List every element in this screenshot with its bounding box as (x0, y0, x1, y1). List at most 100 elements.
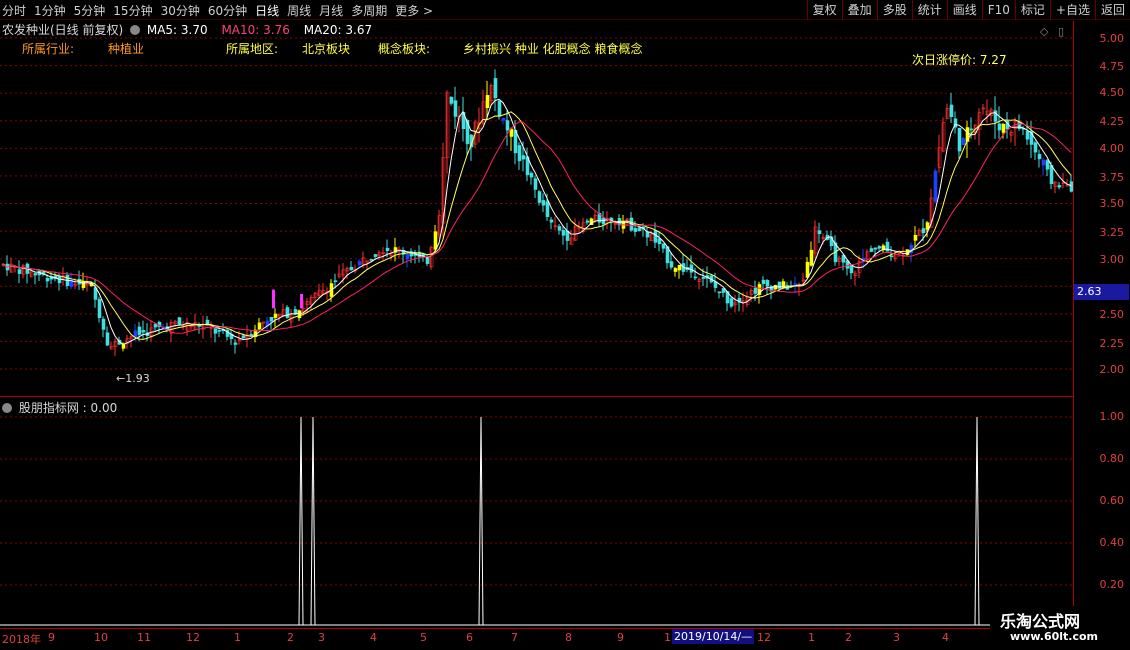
candle-body (949, 104, 954, 117)
candle-body (133, 330, 138, 337)
time-label: 9 (48, 631, 55, 644)
candle-body (453, 100, 458, 117)
watermark-url: www.60lt.com (1010, 630, 1099, 643)
indicator-plot (0, 416, 1073, 626)
indicator-tick: 0.40 (1099, 536, 1125, 549)
candle-body (777, 281, 782, 289)
candle-body (689, 264, 694, 273)
candle-body (673, 268, 678, 272)
candle-body (177, 317, 182, 325)
time-label: 9 (617, 631, 624, 644)
candle-body (545, 201, 550, 217)
candle-body (561, 230, 566, 236)
candle-body (1025, 130, 1030, 140)
indicator-spike (310, 416, 316, 626)
candle-body (877, 246, 882, 249)
candle-body (217, 330, 222, 332)
price-tick: 5.00 (1099, 32, 1125, 45)
candle-body (153, 323, 158, 328)
price-tick: 2.50 (1099, 308, 1125, 321)
price-tick: 4.75 (1099, 60, 1125, 73)
indicator-tick: 0.80 (1099, 452, 1125, 465)
arrow-left-icon: ← (116, 372, 126, 385)
candle-body (753, 287, 758, 294)
expand-icon[interactable]: ▯ (1058, 25, 1064, 38)
candle-body (729, 298, 734, 307)
ma10-line (2, 111, 1072, 340)
candle-body (761, 279, 766, 284)
time-label: 12 (757, 631, 771, 644)
candle-body (701, 277, 706, 279)
candle-body (913, 234, 918, 241)
time-label: 10 (94, 631, 108, 644)
candle-body (869, 248, 874, 252)
time-label: 3 (893, 631, 900, 644)
candle-body (349, 266, 354, 271)
candle-body (889, 255, 894, 258)
candle-body (537, 191, 542, 203)
candle-body (501, 117, 506, 121)
candle-body (249, 334, 254, 336)
indicator-spike (298, 416, 304, 626)
chevron-down-icon[interactable] (2, 403, 12, 413)
candle-body (817, 230, 822, 235)
time-label: 7 (511, 631, 518, 644)
candle-body (961, 138, 966, 145)
kline-chart[interactable] (0, 0, 1130, 650)
indicator-tick: 1.00 (1099, 410, 1125, 423)
candle-body (805, 261, 810, 278)
candle-body (257, 322, 262, 330)
time-label: 1 (664, 631, 671, 644)
candle-body (933, 170, 938, 202)
candle-body (669, 261, 674, 268)
price-grid (0, 37, 1073, 586)
candle-body (273, 313, 278, 318)
candle-body (497, 101, 502, 117)
panel-divider[interactable] (0, 396, 1073, 397)
indicator-spike (974, 416, 980, 626)
indicator-tick: 0.60 (1099, 494, 1125, 507)
candle-body (1001, 123, 1006, 133)
price-tick: 3.25 (1099, 226, 1125, 239)
candle-body (141, 330, 146, 333)
candle-body (485, 95, 490, 109)
price-tick: 3.50 (1099, 197, 1125, 210)
price-tick: 2.00 (1099, 363, 1125, 376)
time-label: 2 (845, 631, 852, 644)
candle-body (101, 318, 106, 330)
candle-body (385, 247, 390, 251)
candle-body (45, 277, 50, 282)
candle-body (505, 120, 510, 131)
price-tick: 4.00 (1099, 142, 1125, 155)
price-axis: 5.00 4.75 4.50 4.25 4.00 3.75 3.50 3.25 … (1073, 21, 1130, 628)
indicator-title: 股朋指标网 : 0.00 (18, 401, 118, 415)
candle-body (693, 276, 698, 279)
candle-body (717, 291, 722, 294)
candle-body (137, 326, 142, 335)
candle-body (809, 249, 814, 266)
low-price-marker: ←1.93 (116, 372, 150, 385)
cursor-date: 2019/10/14/— (672, 629, 755, 644)
candle-body (425, 258, 430, 264)
candle-body (333, 280, 338, 282)
candle-body (233, 342, 238, 345)
candle-body (521, 155, 526, 160)
time-label: 4 (942, 631, 949, 644)
indicator-header: 股朋指标网 : 0.00 (2, 399, 117, 416)
diamond-icon[interactable]: ◇ (1040, 25, 1048, 38)
candle-body (1049, 165, 1054, 184)
price-tick: 2.25 (1099, 337, 1125, 350)
candle-body (33, 273, 38, 276)
time-label: 1 (808, 631, 815, 644)
candle-body (449, 96, 454, 104)
candle-body (285, 307, 290, 318)
candle-body (677, 264, 682, 271)
candle-body (1041, 159, 1046, 166)
candle-body (121, 343, 126, 349)
candle-body (541, 200, 546, 206)
candle-body (433, 231, 438, 250)
time-label: 1 (234, 631, 241, 644)
candle-body (549, 219, 554, 223)
candle-body (997, 123, 1002, 131)
time-label: 2018年 (2, 633, 41, 646)
